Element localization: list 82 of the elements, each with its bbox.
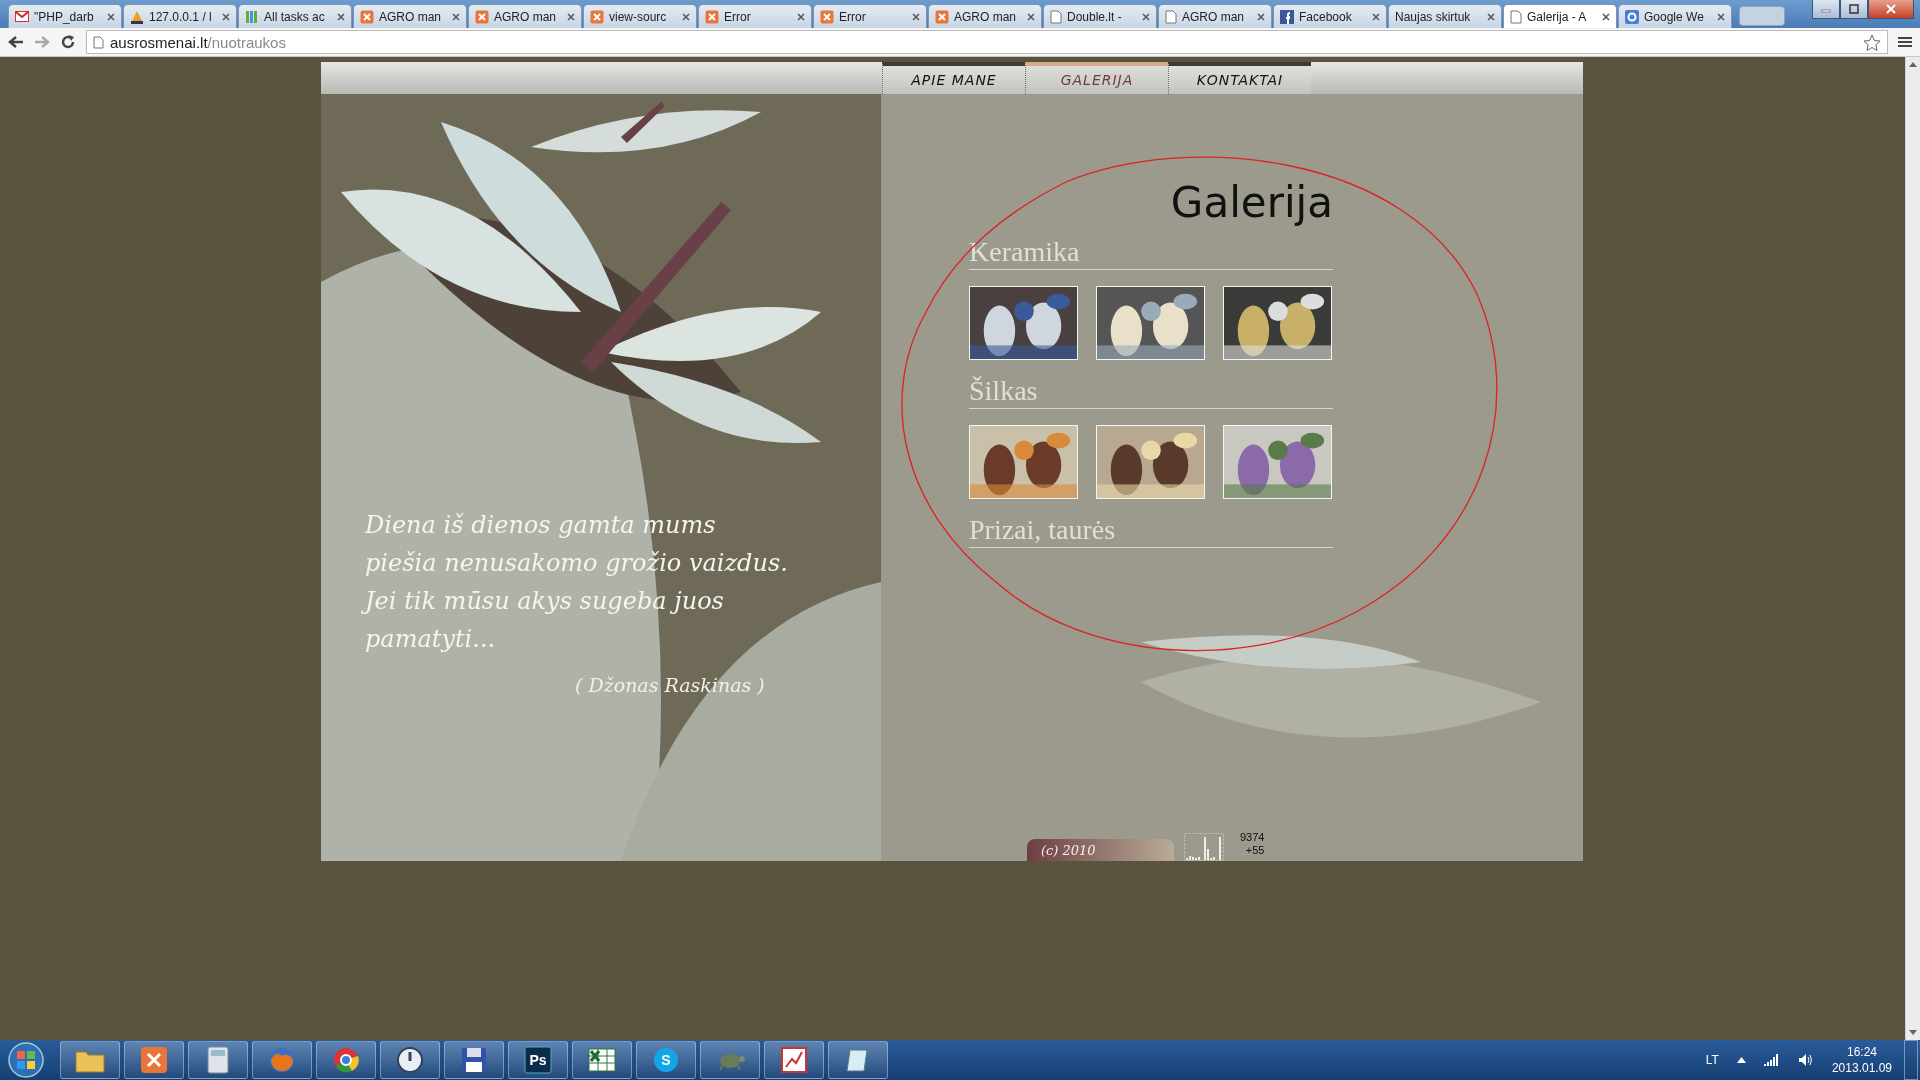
copyright-bar: (c) 2010: [1027, 839, 1174, 861]
chart-icon[interactable]: [781, 1047, 807, 1073]
binders-icon: [245, 9, 259, 24]
close-icon[interactable]: [682, 12, 690, 21]
browser-tab[interactable]: Naujas skirtuk: [1388, 4, 1502, 28]
browser-tab[interactable]: AGRO man: [1158, 4, 1272, 28]
close-icon[interactable]: [1717, 12, 1725, 21]
browser-tab[interactable]: "PHP_darb: [8, 4, 122, 28]
google-icon: [1625, 9, 1639, 24]
scroll-down-icon[interactable]: [1909, 1030, 1917, 1036]
nav-tab[interactable]: APIE MANE: [882, 62, 1025, 94]
browser-tab[interactable]: AGRO man: [353, 4, 467, 28]
close-icon[interactable]: [222, 12, 230, 21]
star-icon[interactable]: [1863, 33, 1881, 51]
nav-tab[interactable]: KONTAKTAI: [1168, 62, 1311, 94]
mail-icon: [15, 11, 29, 22]
close-icon[interactable]: [1487, 12, 1495, 21]
browser-tab[interactable]: All tasks ac: [238, 4, 352, 28]
browser-tab[interactable]: Double.lt -: [1043, 4, 1157, 28]
close-icon[interactable]: [1372, 12, 1380, 21]
close-icon[interactable]: [567, 12, 575, 21]
page-title: Galerija: [1170, 178, 1333, 227]
close-icon[interactable]: [912, 12, 920, 21]
page-icon: [1050, 9, 1062, 24]
page-icon: [1510, 9, 1522, 24]
signal-icon[interactable]: [1763, 1054, 1780, 1066]
minimize-button[interactable]: [1812, 0, 1840, 19]
sail-icon: [130, 9, 144, 24]
close-icon[interactable]: [337, 12, 345, 21]
language-indicator[interactable]: LT: [1705, 1053, 1719, 1067]
nav-tab[interactable]: GALERIJA: [1025, 62, 1168, 94]
xampp-icon: [360, 9, 374, 24]
page-icon: [93, 35, 104, 49]
close-icon[interactable]: [1142, 12, 1150, 21]
browser-tab[interactable]: 127.0.0.1 / l: [123, 4, 237, 28]
bar-chart-icon: [1184, 833, 1224, 861]
reload-icon[interactable]: [60, 34, 76, 50]
browser-tab[interactable]: view-sourc: [583, 4, 697, 28]
browser-tab[interactable]: Facebook: [1273, 4, 1387, 28]
show-desktop-button[interactable]: [1904, 1040, 1918, 1080]
close-icon[interactable]: [797, 12, 805, 21]
close-icon[interactable]: [452, 12, 460, 21]
scroll-up-icon[interactable]: [1909, 61, 1917, 67]
close-icon[interactable]: [1027, 12, 1035, 21]
browser-tab[interactable]: AGRO man: [468, 4, 582, 28]
close-icon[interactable]: [1257, 12, 1265, 21]
visit-counter: 9374: [1240, 831, 1265, 844]
back-icon[interactable]: [8, 35, 24, 49]
browser-tab[interactable]: Error: [813, 4, 927, 28]
xampp-icon: [590, 9, 604, 24]
maximize-button[interactable]: [1840, 0, 1868, 19]
close-icon[interactable]: [107, 12, 115, 21]
close-icon[interactable]: [1602, 12, 1610, 21]
page-icon: [1165, 9, 1177, 24]
spreadsheet-icon[interactable]: [588, 1046, 616, 1074]
close-icon: [1886, 4, 1896, 14]
maximize-icon: [1849, 4, 1859, 14]
caret-icon[interactable]: [1736, 1057, 1746, 1063]
notepad-icon[interactable]: [845, 1047, 871, 1073]
scrollbar[interactable]: [1905, 57, 1920, 1040]
xampp-icon[interactable]: [140, 1046, 168, 1074]
xampp-icon: [935, 9, 949, 24]
calculator-icon[interactable]: [207, 1046, 229, 1074]
close-button[interactable]: [1868, 0, 1914, 19]
quote-author: ( Džonas Raskinas ): [575, 674, 765, 696]
gauge-icon[interactable]: [396, 1046, 424, 1074]
visits-today: +55: [1245, 844, 1265, 857]
chrome-icon[interactable]: [332, 1046, 360, 1074]
browser-tab[interactable]: Galerija - A: [1503, 4, 1617, 28]
browser-tab[interactable]: AGRO man: [928, 4, 1042, 28]
firefox-icon[interactable]: [268, 1046, 296, 1074]
browser-tab[interactable]: Error: [698, 4, 812, 28]
browser-tab[interactable]: Google We: [1618, 4, 1732, 28]
xampp-icon: [475, 9, 489, 24]
facebook-icon: [1280, 9, 1294, 24]
photoshop-icon[interactable]: Ps: [524, 1046, 552, 1074]
speaker-icon[interactable]: [1797, 1053, 1814, 1067]
xampp-icon: [705, 9, 719, 24]
xampp-icon: [820, 9, 834, 24]
address-field[interactable]: ausrosmenai.lt/nuotraukos: [86, 30, 1888, 54]
clock[interactable]: 16:24 2013.01.09: [1831, 1044, 1892, 1076]
menu-icon[interactable]: [1898, 36, 1912, 48]
